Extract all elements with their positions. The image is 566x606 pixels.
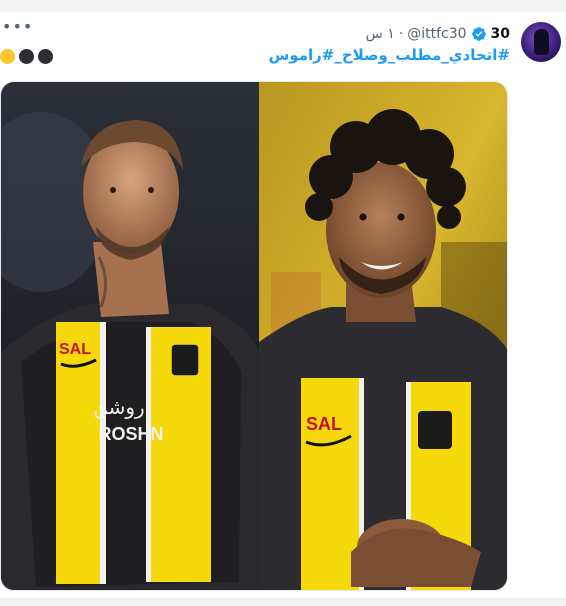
separator: · bbox=[398, 26, 404, 42]
more-dots-icon[interactable]: ••• bbox=[2, 19, 33, 35]
tweet-emojis bbox=[0, 49, 53, 64]
yellow-circle-emoji bbox=[0, 49, 15, 64]
tweet-hashtags[interactable]: اتحادي_مطلب_وصلاح_#راموس# bbox=[269, 46, 510, 64]
avatar[interactable] bbox=[521, 22, 561, 62]
left-kit-roshn: ROSHN bbox=[98, 424, 163, 444]
left-kit-arabic: روشن bbox=[93, 395, 144, 419]
verified-badge-icon bbox=[471, 27, 486, 41]
timestamp[interactable]: ١ س bbox=[366, 26, 395, 42]
display-name[interactable]: 30 bbox=[491, 26, 510, 42]
media-image: SAL روشن ROSHN SAL bbox=[1, 82, 507, 590]
left-sponsor: SAL bbox=[59, 341, 91, 358]
black-circle-emoji bbox=[38, 49, 53, 64]
tweet-media[interactable]: SAL روشن ROSHN SAL bbox=[0, 81, 508, 591]
bottom-divider bbox=[0, 598, 566, 606]
tweet-header: ١ س · @ittfc30 30 bbox=[366, 23, 510, 45]
black-circle-emoji bbox=[19, 49, 34, 64]
top-divider bbox=[0, 0, 566, 12]
user-handle[interactable]: @ittfc30 bbox=[407, 26, 466, 42]
right-sponsor: SAL bbox=[306, 414, 342, 434]
